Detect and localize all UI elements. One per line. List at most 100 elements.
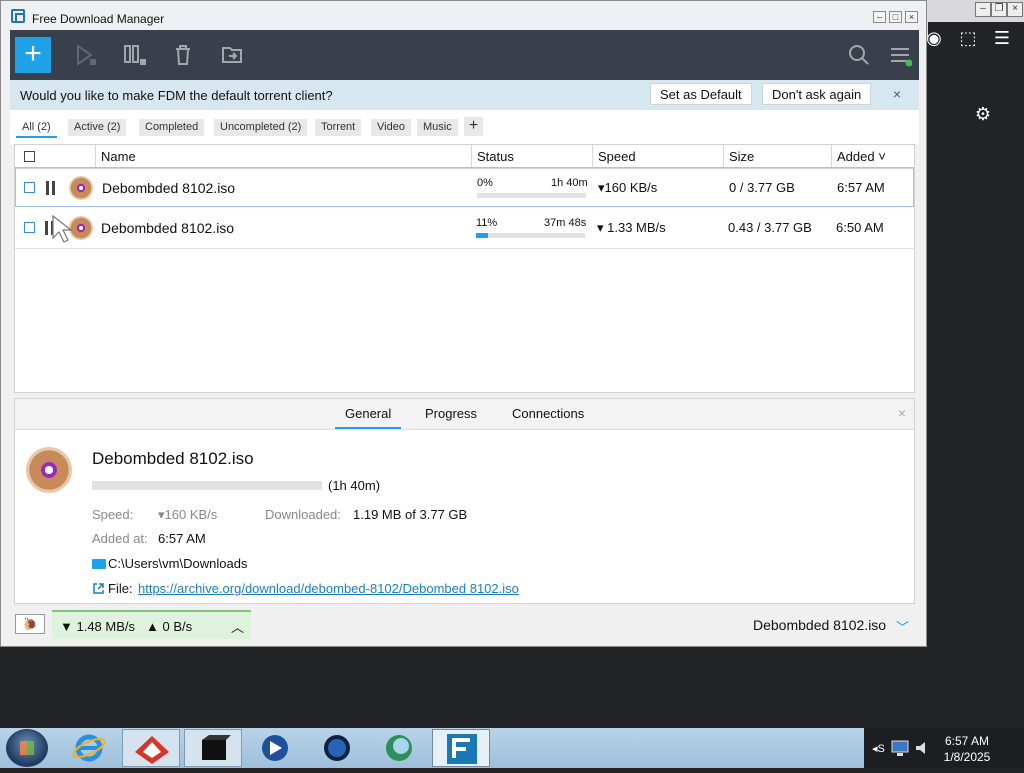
- chevron-up-icon[interactable]: ︿: [231, 617, 244, 636]
- column-name[interactable]: Name: [95, 145, 471, 168]
- total-download-speed: ▼ 1.48 MB/s: [60, 619, 136, 634]
- mouse-cursor-icon: [52, 214, 73, 243]
- details-panel: General Progress Connections × Debombded…: [14, 398, 915, 604]
- file-url-link[interactable]: https://archive.org/download/debombed-81…: [138, 581, 519, 596]
- table-row[interactable]: Debombded 8102.iso 11% 37m 48s ▾ 1.33 MB…: [15, 208, 914, 249]
- speed-value: ▾160 KB/s: [158, 507, 218, 522]
- add-download-button[interactable]: +: [15, 37, 51, 73]
- filter-video[interactable]: Video: [371, 119, 411, 136]
- details-tabs: General Progress Connections ×: [15, 399, 914, 430]
- details-file-name: Debombded 8102.iso: [92, 449, 254, 468]
- fdm-logo-icon: [11, 9, 25, 23]
- filter-completed[interactable]: Completed: [139, 119, 205, 136]
- start-button[interactable]: [6, 729, 48, 767]
- window-title: Free Download Manager: [32, 12, 165, 26]
- table-row[interactable]: Debombded 8102.iso 0% 1h 40m ▾160 KB/s 0…: [15, 167, 914, 207]
- download-eta: 37m 48s: [544, 217, 587, 229]
- tab-progress[interactable]: Progress: [425, 406, 477, 421]
- download-speed: ▾ 1.33 MB/s: [597, 220, 666, 235]
- current-download-name: Debombded 8102.iso: [753, 617, 887, 633]
- free-download-manager-taskbar-icon[interactable]: [432, 729, 490, 767]
- menu-icon[interactable]: [888, 42, 912, 68]
- speed-summary[interactable]: ▼ 1.48 MB/s ▲ 0 B/s ︿: [52, 610, 251, 639]
- filter-all[interactable]: All (2): [16, 119, 57, 138]
- play-icon[interactable]: [73, 42, 97, 68]
- internet-explorer-icon[interactable]: [60, 729, 118, 767]
- chevron-down-icon[interactable]: ﹀: [896, 617, 909, 636]
- snail-mode-icon[interactable]: 🐌: [15, 614, 45, 634]
- search-icon[interactable]: [847, 42, 871, 68]
- title-bar: Free Download Manager – □ ×: [1, 1, 926, 30]
- settings-gear-icon[interactable]: ⚙: [971, 104, 995, 125]
- downloaded-label: Downloaded:: [265, 507, 341, 522]
- tab-general[interactable]: General: [335, 406, 402, 429]
- clock-date: 1/8/2025: [943, 750, 991, 764]
- dont-ask-again-button[interactable]: Don't ask again: [762, 83, 872, 105]
- close-button[interactable]: ×: [905, 11, 918, 23]
- tray-arrow-icon[interactable]: ◂S: [872, 742, 885, 755]
- added-label: Added at:: [92, 531, 148, 546]
- download-eta: 1h 40m: [551, 177, 588, 189]
- download-added: 6:50 AM: [836, 220, 884, 235]
- media-player-icon[interactable]: [246, 729, 304, 767]
- download-folder-link[interactable]: C:\Users\vm\Downloads: [108, 556, 247, 571]
- download-size: 0.43 / 3.77 GB: [728, 220, 812, 235]
- details-close-icon[interactable]: ×: [898, 405, 906, 421]
- column-added[interactable]: Added ˅: [831, 145, 914, 168]
- bg-close-button[interactable]: ×: [1007, 2, 1023, 17]
- row-checkbox[interactable]: [24, 222, 35, 233]
- download-added: 6:57 AM: [837, 180, 885, 195]
- filter-torrent[interactable]: Torrent: [315, 119, 362, 136]
- disc-icon: [26, 447, 72, 493]
- minimize-button[interactable]: –: [873, 11, 886, 23]
- trash-icon[interactable]: [171, 42, 195, 68]
- columns-icon[interactable]: [123, 42, 147, 68]
- added-value: 6:57 AM: [158, 531, 206, 546]
- bg-minimize-button[interactable]: –: [975, 2, 991, 17]
- app-dark-box-icon[interactable]: [184, 729, 242, 767]
- details-progress-bar: [92, 481, 322, 490]
- set-as-default-button[interactable]: Set as Default: [650, 83, 752, 105]
- row-checkbox[interactable]: [24, 182, 35, 193]
- download-speed: ▾160 KB/s: [598, 180, 658, 195]
- external-link-icon: [93, 583, 104, 594]
- progress-bar: [476, 233, 585, 238]
- extensions-icon[interactable]: ⬚: [956, 28, 980, 49]
- download-percent: 11%: [476, 217, 498, 229]
- app-globe-2-icon[interactable]: [370, 729, 428, 767]
- total-upload-speed: ▲ 0 B/s: [146, 619, 193, 634]
- network-icon[interactable]: [890, 739, 910, 757]
- main-toolbar: +: [10, 30, 919, 80]
- system-clock[interactable]: 6:57 AM 1/8/2025: [937, 733, 997, 765]
- filter-bar: All (2) Active (2) Completed Uncompleted…: [10, 110, 919, 144]
- downloads-list: Name Status Speed Size Added ˅ Debombded…: [14, 144, 915, 393]
- select-all-checkbox[interactable]: [24, 151, 35, 162]
- system-tray: ◂S 6:57 AM 1/8/2025: [864, 728, 1024, 768]
- filter-active[interactable]: Active (2): [68, 119, 127, 136]
- add-filter-button[interactable]: +: [464, 117, 483, 136]
- disc-icon: [69, 176, 93, 200]
- browser-menu-icon[interactable]: ☰: [990, 28, 1014, 49]
- filter-music[interactable]: Music: [417, 119, 458, 136]
- column-size[interactable]: Size: [723, 145, 831, 168]
- download-percent: 0%: [477, 177, 493, 189]
- app-red-diamond-icon[interactable]: [122, 729, 180, 767]
- fdm-window: Free Download Manager – □ × + Would you …: [0, 0, 927, 647]
- column-speed[interactable]: Speed: [592, 145, 723, 168]
- speed-label: Speed:: [92, 507, 134, 522]
- banner-close-icon[interactable]: ×: [893, 86, 901, 102]
- progress-bar: [477, 193, 586, 198]
- file-label: File:: [108, 581, 133, 596]
- download-name: Debombded 8102.iso: [102, 180, 236, 196]
- filter-uncompleted[interactable]: Uncompleted (2): [214, 119, 308, 136]
- volume-icon[interactable]: [914, 739, 932, 757]
- pause-icon[interactable]: [46, 181, 56, 195]
- bg-restore-button[interactable]: ❐: [991, 2, 1007, 17]
- default-client-banner: Would you like to make FDM the default t…: [10, 80, 919, 110]
- tab-connections[interactable]: Connections: [512, 406, 584, 421]
- column-status[interactable]: Status: [471, 145, 592, 168]
- app-globe-icon[interactable]: [308, 729, 366, 767]
- maximize-button[interactable]: □: [889, 11, 902, 23]
- move-folder-icon[interactable]: [220, 42, 244, 68]
- download-size: 0 / 3.77 GB: [729, 180, 795, 195]
